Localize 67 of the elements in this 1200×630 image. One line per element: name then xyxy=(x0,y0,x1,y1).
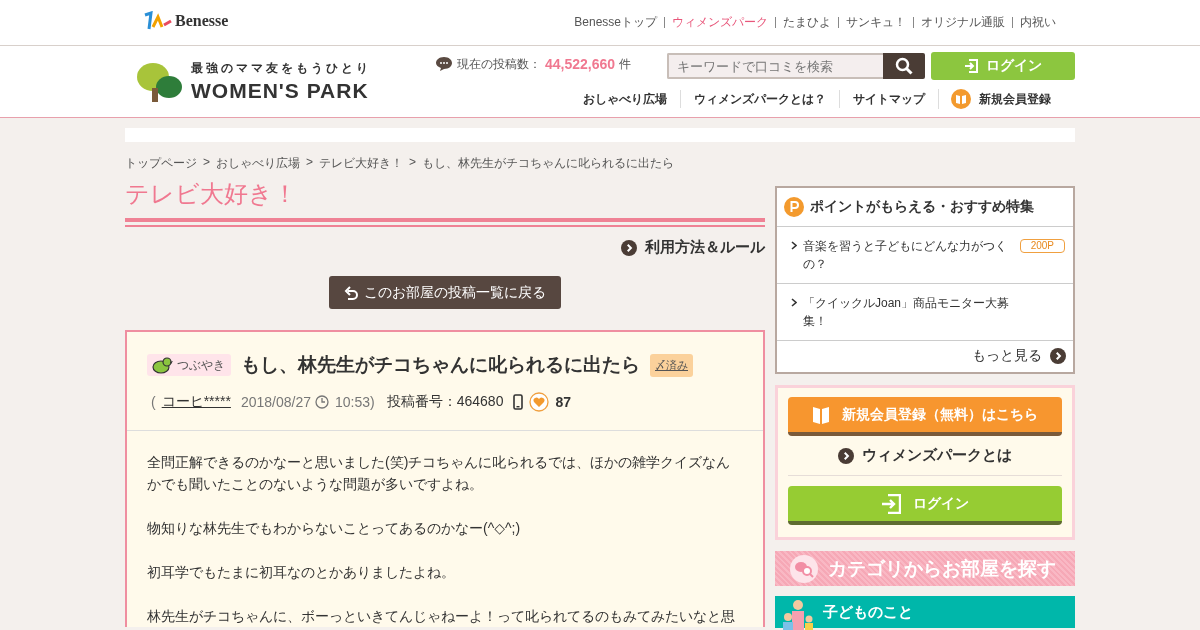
register-link[interactable]: 新規会員登録 xyxy=(938,89,1051,109)
top-link[interactable]: Benesseトップ xyxy=(567,17,664,28)
points-badge: 200P xyxy=(1019,239,1065,253)
post-number: 投稿番号：464680 xyxy=(386,393,504,411)
chevron-icon xyxy=(621,239,637,256)
breadcrumb-link[interactable]: トップページ xyxy=(125,155,197,172)
breadcrumb-link[interactable]: テレビ大好き！ xyxy=(319,155,404,172)
feature-link[interactable]: 「クイックルJoan」商品モニター大募集！ xyxy=(803,294,1013,330)
chevron-icon xyxy=(838,447,854,464)
nav-link[interactable]: サイトマップ xyxy=(839,90,938,108)
post-title: もし、林先生がチコちゃんに叱られるに出たら xyxy=(241,353,640,377)
post-paragraph: 林先生がチコちゃんに、ボーっといきてんじゃねーよ！って叱られてるのもみてみたいなと思 xyxy=(147,607,736,626)
panel-title: ポイントがもらえる・おすすめ特集 xyxy=(810,198,1034,216)
post-count-label: 現在の投稿数： xyxy=(457,55,541,73)
post-paragraph: 物知りな林先生でもわからないことってあるのかなー(^◇^;) xyxy=(147,519,522,538)
nav-link[interactable]: おしゃべり広場 xyxy=(570,90,680,108)
back-button[interactable]: このお部屋の投稿一覧に戻る xyxy=(329,276,561,309)
paren: ( xyxy=(151,394,156,410)
nav-link[interactable]: ウィメンズパークとは？ xyxy=(680,90,839,108)
author-link[interactable]: コーヒ***** xyxy=(161,393,231,411)
tagline: 最強のママ友をもうひとり xyxy=(191,60,371,77)
return-icon xyxy=(344,284,358,301)
book-icon xyxy=(951,89,971,109)
top-link[interactable]: オリジナル通販 xyxy=(913,17,1012,28)
top-link[interactable]: たまひよ xyxy=(775,17,838,28)
phone-icon xyxy=(513,394,524,410)
top-link[interactable]: サンキュ！ xyxy=(838,17,913,28)
breadcrumb-current: もし、林先生がチコちゃんに叱られるに出たら xyxy=(422,155,675,172)
family-figures-icon xyxy=(781,599,815,630)
site-name[interactable]: WOMEN'S PARK xyxy=(191,79,371,103)
category-tag: つぶやき xyxy=(147,354,231,376)
login-icon xyxy=(964,59,978,73)
about-link[interactable]: ウィメンズパークとは xyxy=(788,436,1062,476)
search-icon xyxy=(895,57,913,75)
points-icon xyxy=(784,197,804,217)
speech-bubble-icon xyxy=(435,56,453,72)
chevron-icon xyxy=(1050,348,1066,364)
clock-icon xyxy=(315,395,329,409)
chat-search-icon xyxy=(790,554,818,583)
breadcrumb-separator: > xyxy=(203,155,210,171)
post-date: 2018/08/27 xyxy=(240,394,311,410)
brand-name[interactable]: Benesse xyxy=(175,11,229,30)
bird-icon xyxy=(151,356,173,374)
breadcrumb-separator: > xyxy=(409,155,417,171)
room-title: テレビ大好き！ xyxy=(125,179,298,209)
more-link[interactable]: もっと見る xyxy=(972,347,1066,365)
post-paragraph: 全問正解できるのかなーと思いました(笑)チコちゃんに叱られるでは、ほかの雑学クイズなんかでも聞いたことのないような問題が多いですよね。 xyxy=(147,453,732,494)
top-link[interactable]: ウィメンズパーク xyxy=(664,17,775,28)
breadcrumb-separator: > xyxy=(306,155,314,171)
rules-link[interactable]: 利用方法＆ルール xyxy=(621,238,765,257)
search-button[interactable] xyxy=(883,53,925,79)
chevron-icon xyxy=(791,298,797,307)
top-link[interactable]: 内祝い xyxy=(1012,17,1063,28)
book-icon xyxy=(812,404,830,425)
figures-logo-icon xyxy=(143,10,173,31)
breadcrumb-link[interactable]: おしゃべり広場 xyxy=(216,155,300,172)
post-count: 44,522,660 xyxy=(545,56,616,72)
feature-link[interactable]: 音楽を習うと子どもにどんな力がつくの？ xyxy=(803,237,1013,273)
category-header: カテゴリからお部屋を探す xyxy=(775,551,1075,586)
post-count-unit: 件 xyxy=(619,55,632,73)
post-time: 10:53) xyxy=(335,394,375,410)
closed-badge: 〆済み xyxy=(650,353,693,377)
like-count: 87 xyxy=(555,394,571,410)
login-icon xyxy=(881,493,901,514)
chevron-icon xyxy=(791,241,797,250)
post-paragraph: 初耳学でもたまに初耳なのとかありましたよね。 xyxy=(147,563,456,582)
search-field[interactable]: キーワードで口コミを検索 xyxy=(667,53,883,79)
